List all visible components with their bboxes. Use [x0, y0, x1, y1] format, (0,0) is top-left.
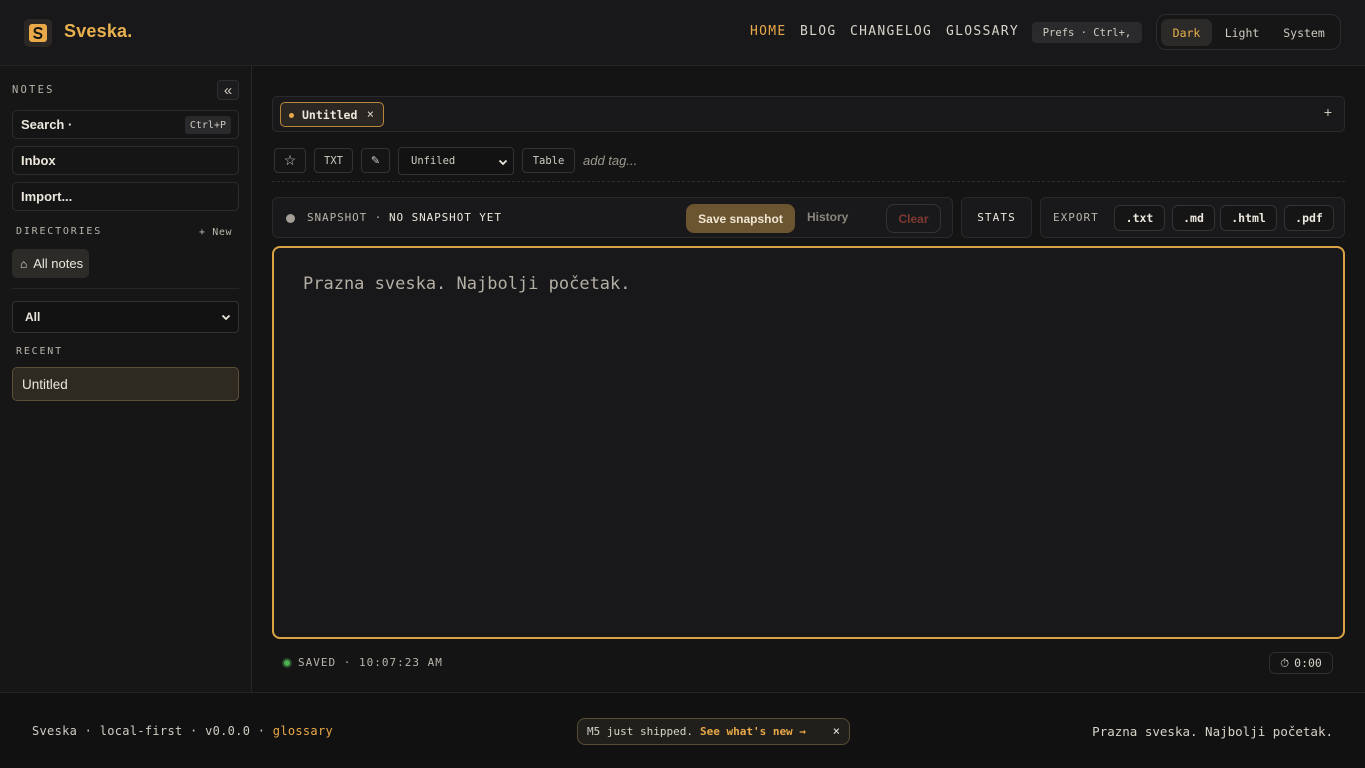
- editor-placeholder: Prazna sveska. Najbolji početak.: [303, 274, 631, 294]
- theme-switcher: Dark Light System: [1156, 14, 1341, 50]
- snapshot-status-dot: [286, 214, 295, 223]
- recent-item[interactable]: Untitled: [12, 367, 239, 401]
- add-tag-input[interactable]: add tag...: [583, 153, 637, 168]
- footer-version-text: Sveska · local-first · v0.0.0 ·: [32, 724, 266, 738]
- favorite-star-icon[interactable]: ☆: [274, 148, 306, 173]
- saved-dot-icon: [282, 657, 292, 668]
- theme-light-button[interactable]: Light: [1216, 19, 1268, 46]
- import-button[interactable]: Import...: [12, 182, 239, 211]
- footer-tagline: Prazna sveska. Najbolji početak.: [1092, 724, 1333, 739]
- double-chevron-left-icon: «: [223, 81, 233, 99]
- pen-icon[interactable]: ✎: [361, 148, 390, 173]
- save-status: SAVED · 10:07:23 AM: [282, 656, 443, 669]
- close-tab-icon[interactable]: ×: [367, 107, 374, 121]
- brand-name[interactable]: Sveska.: [64, 21, 132, 42]
- close-announcement-icon[interactable]: ×: [833, 724, 840, 738]
- notes-heading: NOTES: [12, 84, 55, 96]
- folder-select[interactable]: Unfiled: [398, 147, 514, 175]
- table-button[interactable]: Table: [522, 148, 575, 173]
- inbox-button[interactable]: Inbox: [12, 146, 239, 175]
- collapse-sidebar-button[interactable]: «: [217, 80, 239, 100]
- unsaved-dot-icon: [289, 113, 294, 118]
- snapshot-status: NO SNAPSHOT YET: [389, 211, 502, 224]
- note-editor[interactable]: Prazna sveska. Najbolji početak.: [272, 246, 1345, 639]
- prefs-button[interactable]: Prefs · Ctrl+,: [1032, 22, 1142, 43]
- timer-value: 0:00: [1294, 656, 1322, 670]
- saved-text: SAVED · 10:07:23 AM: [298, 656, 443, 669]
- export-panel: EXPORT .txt .md .html .pdf: [1040, 197, 1345, 238]
- add-tab-icon[interactable]: +: [1324, 104, 1332, 120]
- footer-glossary-link[interactable]: glossary: [273, 724, 333, 738]
- export-md-button[interactable]: .md: [1172, 205, 1215, 231]
- footer-info: Sveska · local-first · v0.0.0 · glossary: [32, 724, 333, 738]
- sidebar-divider: [12, 288, 239, 289]
- recent-heading: RECENT: [16, 346, 63, 357]
- home-icon: ⌂: [20, 256, 28, 271]
- sidebar: NOTES « Search · Ctrl+P Inbox Import... …: [0, 66, 252, 692]
- format-toggle-button[interactable]: TXT: [314, 148, 353, 173]
- session-timer[interactable]: ⏱ 0:00: [1269, 652, 1333, 674]
- announcement-text: M5 just shipped.: [587, 725, 693, 738]
- tab-label: Untitled: [302, 107, 358, 122]
- stats-button[interactable]: STATS: [961, 197, 1032, 238]
- history-button[interactable]: History: [807, 210, 848, 224]
- clear-button[interactable]: Clear: [886, 204, 941, 233]
- search-shortcut: Ctrl+P: [184, 116, 231, 134]
- chevron-down-icon: [498, 159, 508, 166]
- app-header: Sveska. HOME BLOG CHANGELOG GLOSSARY Pre…: [0, 0, 1365, 66]
- snapshot-label: SNAPSHOT ·: [307, 211, 383, 224]
- logo-icon[interactable]: [24, 19, 52, 47]
- tab-bar: Untitled × +: [272, 96, 1345, 132]
- note-filter-select[interactable]: All: [12, 301, 239, 333]
- all-notes-button[interactable]: ⌂ All notes: [12, 249, 89, 278]
- whats-new-link[interactable]: See what's new →: [700, 725, 806, 738]
- nav-glossary[interactable]: GLOSSARY: [946, 24, 1019, 39]
- footer: Sveska · local-first · v0.0.0 · glossary…: [0, 692, 1365, 768]
- note-filter-value: All: [25, 310, 41, 324]
- theme-system-button[interactable]: System: [1273, 19, 1335, 46]
- export-txt-button[interactable]: .txt: [1114, 205, 1165, 231]
- folder-value: Unfiled: [411, 155, 456, 167]
- directories-heading: DIRECTORIES: [16, 226, 103, 237]
- tab-untitled[interactable]: Untitled ×: [280, 102, 384, 127]
- export-label: EXPORT: [1053, 211, 1099, 224]
- stopwatch-icon: ⏱: [1280, 655, 1290, 670]
- chevron-down-icon: [221, 314, 231, 321]
- announcement-banner: M5 just shipped. See what's new → ×: [577, 718, 850, 745]
- nav-home[interactable]: HOME: [750, 24, 787, 39]
- export-pdf-button[interactable]: .pdf: [1284, 205, 1334, 231]
- search-button[interactable]: Search · Ctrl+P: [12, 110, 239, 139]
- save-snapshot-button[interactable]: Save snapshot: [686, 204, 795, 233]
- export-html-button[interactable]: .html: [1220, 205, 1277, 231]
- theme-dark-button[interactable]: Dark: [1161, 19, 1212, 46]
- search-label: Search ·: [21, 117, 73, 132]
- toolbar-divider: [272, 181, 1345, 182]
- nav-blog[interactable]: BLOG: [800, 24, 837, 39]
- all-notes-label: All notes: [33, 256, 84, 271]
- nav-changelog[interactable]: CHANGELOG: [850, 24, 932, 39]
- snapshot-panel: SNAPSHOT · NO SNAPSHOT YET Save snapshot…: [272, 197, 953, 238]
- new-directory-button[interactable]: + New: [199, 227, 232, 238]
